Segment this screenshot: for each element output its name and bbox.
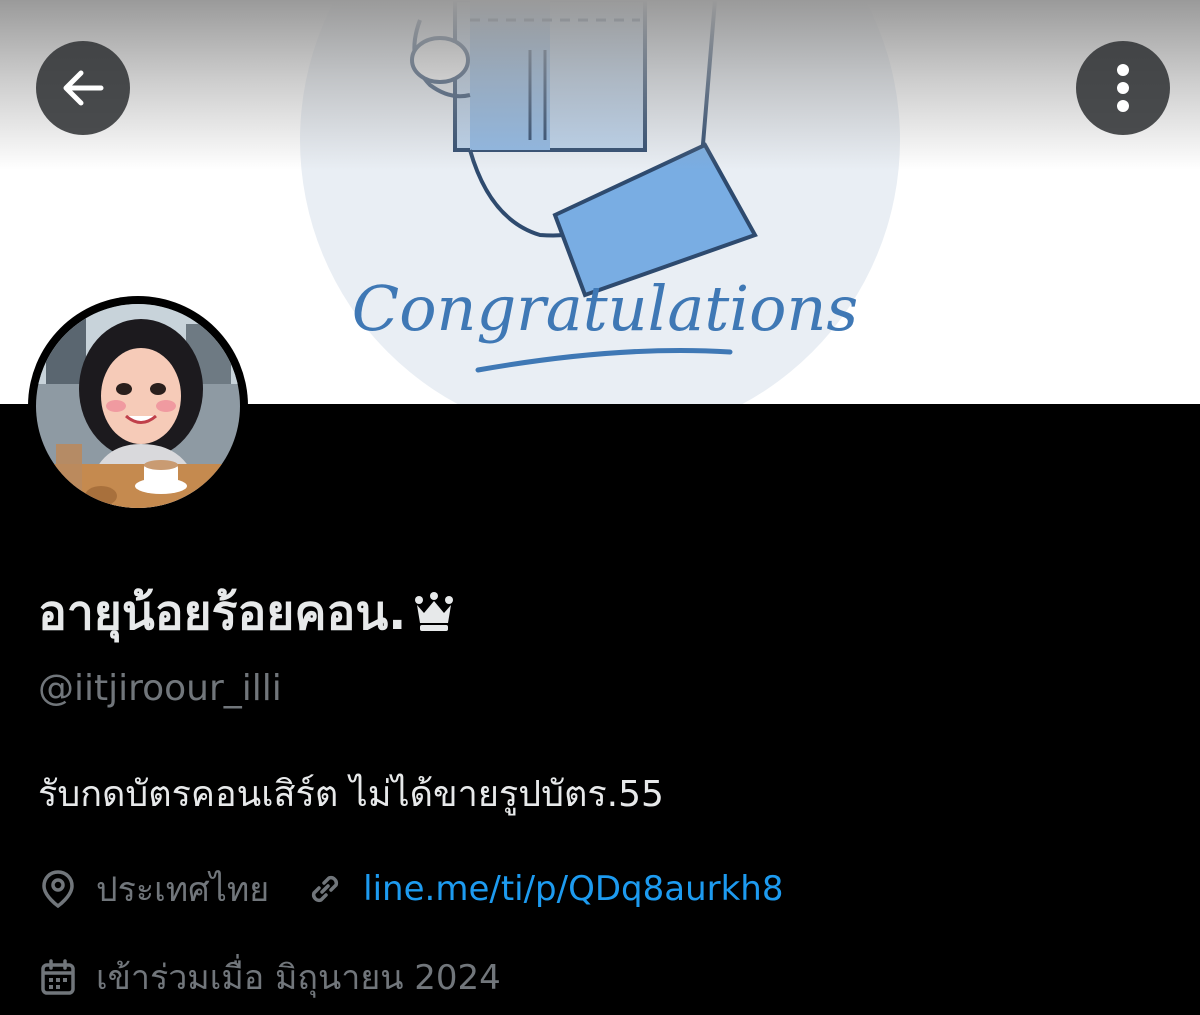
calendar-icon: [38, 957, 78, 997]
link-icon: [305, 869, 345, 909]
bio-text: รับกดบัตรคอนเสิร์ต ไม่ได้ขายรูปบัตร.55: [38, 774, 664, 815]
avatar-image: [36, 304, 240, 508]
avatar[interactable]: [28, 296, 248, 516]
joined-row: เข้าร่วมเมื่อ มิถุนายน 2024: [38, 950, 501, 1004]
location-pin-icon: [38, 869, 78, 909]
more-vertical-icon: [1117, 64, 1129, 112]
banner-text: Congratulations: [352, 272, 858, 345]
more-options-button[interactable]: [1076, 41, 1170, 135]
location-text: ประเทศไทย: [96, 870, 270, 910]
display-name: อายุน้อยร้อยคอน.: [38, 575, 456, 651]
user-handle: @iitjiroour_illi: [38, 668, 282, 709]
display-name-text: อายุน้อยร้อยคอน.: [38, 585, 407, 641]
crown-icon: [412, 591, 456, 635]
profile-link[interactable]: line.me/ti/p/QDq8aurkh8: [363, 869, 783, 909]
profile-meta-row: ประเทศไทย line.me/ti/p/QDq8aurkh8: [38, 862, 783, 916]
arrow-left-icon: [63, 70, 104, 106]
back-button[interactable]: [36, 41, 130, 135]
joined-date-text: เข้าร่วมเมื่อ มิถุนายน 2024: [96, 958, 501, 998]
